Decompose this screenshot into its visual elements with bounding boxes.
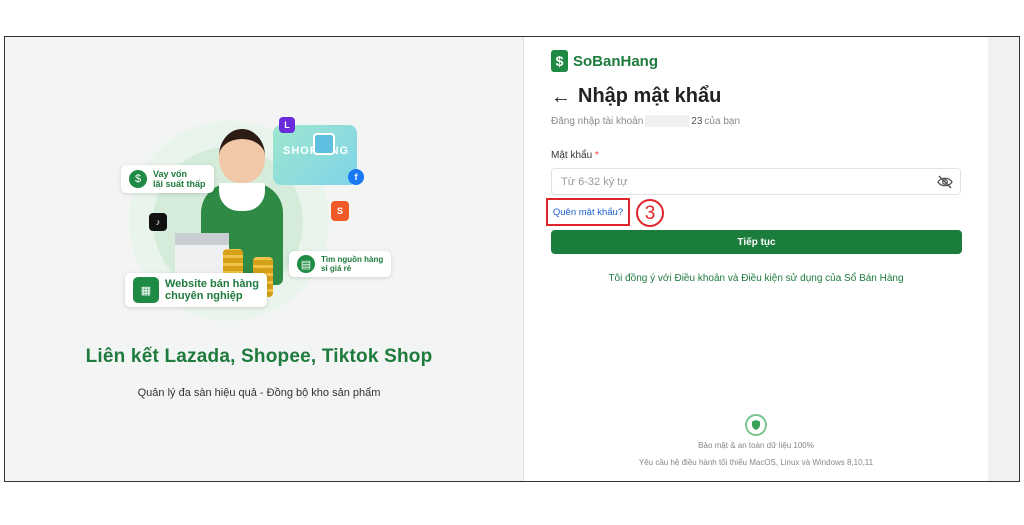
badge-website-line2: chuyên nghiệp [165, 290, 243, 302]
continue-button[interactable]: Tiếp tục [551, 230, 962, 254]
store-icon: ▤ [297, 255, 315, 273]
masked-phone-block [645, 115, 690, 127]
badge-loan-line1: Vay vốn [153, 169, 188, 179]
tiktok-logo-icon: ♪ [149, 213, 167, 231]
badge-website-line1: Website bán hàng [165, 278, 259, 290]
eye-slash-icon[interactable] [937, 175, 953, 189]
shopee-logo-icon: S [331, 201, 349, 221]
browser-window-icon: ▦ [133, 277, 159, 303]
page-title: Nhập mật khẩu [578, 85, 722, 107]
promo-panel: SHOPPING L f S ♪ $ Vay vốn lãi suất thấp… [5, 37, 523, 481]
brand-name: SoBanHang [573, 52, 659, 70]
badge-website: ▦ Website bán hàng chuyên nghiệp [125, 273, 267, 307]
shopping-bag-icon [313, 133, 335, 155]
password-label-text: Mật khẩu [551, 150, 593, 161]
back-arrow-icon[interactable]: ← [551, 87, 571, 107]
forgot-password-highlight[interactable]: Quên mật khẩu? [546, 198, 630, 226]
login-panel: $ SoBanHang ← Nhập mật khẩu Đăng nhập tà… [524, 37, 988, 481]
promo-subtitle: Quản lý đa sàn hiệu quả - Đồng bộ kho sả… [137, 387, 381, 399]
promo-title: Liên kết Lazada, Shopee, Tiktok Shop [85, 346, 433, 367]
security-note: Bảo mật & an toàn dữ liệu 100% [698, 441, 814, 450]
account-hint: Đăng nhập tài khoản 23 của bạn [551, 115, 740, 127]
required-asterisk: * [594, 150, 599, 161]
badge-source-line2: sỉ giá rẻ [321, 264, 352, 273]
lazada-logo-icon: L [279, 117, 295, 133]
badge-loan-line2: lãi suất thấp [153, 179, 206, 189]
brand-logo: $ SoBanHang [551, 50, 658, 72]
account-hint-prefix: Đăng nhập tài khoản [551, 115, 644, 127]
app-window: SHOPPING L f S ♪ $ Vay vốn lãi suất thấp… [4, 36, 1020, 482]
step-number-marker: 3 [636, 199, 664, 227]
badge-source-line1: Tìm nguồn hàng [321, 255, 384, 264]
account-phone-suffix: 23 [691, 115, 703, 127]
seller-illustration-head [219, 129, 265, 183]
password-label: Mật khẩu * [551, 150, 599, 161]
window-gutter [988, 37, 1019, 481]
bank-building-icon [175, 233, 229, 275]
hand-money-icon: $ [129, 170, 147, 188]
system-requirements-note: Yêu cầu hệ điều hành tối thiểu MacOS, Li… [638, 458, 874, 467]
facebook-logo-icon: f [348, 169, 364, 185]
security-shield-icon [745, 414, 767, 436]
terms-link[interactable]: Tôi đồng ý với Điều khoản và Điều kiện s… [524, 273, 988, 284]
forgot-password-link[interactable]: Quên mật khẩu? [553, 207, 623, 218]
dollar-notebook-icon: $ [551, 50, 568, 72]
badge-sourcing: ▤ Tìm nguồn hàng sỉ giá rẻ [289, 251, 392, 277]
account-hint-suffix: của bạn [704, 115, 741, 127]
badge-loan: $ Vay vốn lãi suất thấp [121, 165, 214, 193]
password-input[interactable] [551, 168, 961, 195]
